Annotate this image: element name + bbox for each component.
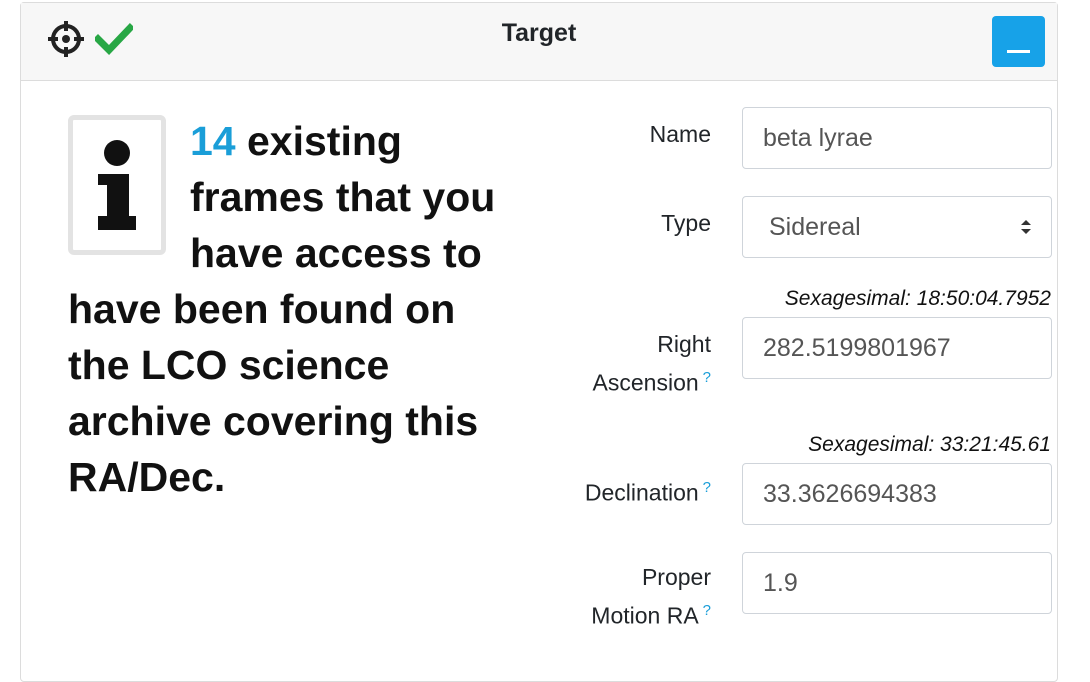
type-row: Type Sidereal [561,196,1052,260]
type-select[interactable]: Sidereal [742,196,1052,258]
dec-input[interactable]: 33.3626694383 [742,463,1052,525]
ra-input[interactable]: 282.5199801967 [742,317,1052,379]
ra-label: Right Ascension? [592,331,711,396]
ra-row: Sexagesimal: 18:50:04.7952 Right Ascensi… [561,287,1052,397]
card-header: Target [21,3,1057,81]
dec-row: Sexagesimal: 33:21:45.61 Declination? 33… [561,433,1052,533]
dec-sexagesimal: Sexagesimal: 33:21:45.61 [808,433,1051,456]
type-label: Type [661,210,711,236]
dec-label: Declination? [584,479,711,506]
dec-help-link[interactable]: ? [703,479,711,496]
info-icon [68,115,166,255]
minus-icon [1007,50,1030,53]
type-select-value: Sidereal [769,213,861,241]
name-label: Name [649,121,711,147]
name-row: Name beta lyrae [561,107,1052,171]
pm-ra-input[interactable]: 1.9 [742,552,1052,614]
archive-info-message: 14 existing frames that you have access … [68,113,508,505]
minimize-button[interactable] [992,16,1045,67]
frame-count: 14 [190,118,236,164]
target-card: Target 14 existing frames that you have … [20,2,1058,682]
pm-ra-row: Proper Motion RA? 1.9 [561,552,1052,642]
name-input[interactable]: beta lyrae [742,107,1052,169]
pm-ra-help-link[interactable]: ? [703,602,711,619]
select-arrows-icon [1021,220,1031,234]
ra-help-link[interactable]: ? [703,369,711,386]
pm-ra-label: Proper Motion RA? [591,564,711,629]
card-title: Target [501,19,577,47]
ra-sexagesimal: Sexagesimal: 18:50:04.7952 [784,287,1051,310]
